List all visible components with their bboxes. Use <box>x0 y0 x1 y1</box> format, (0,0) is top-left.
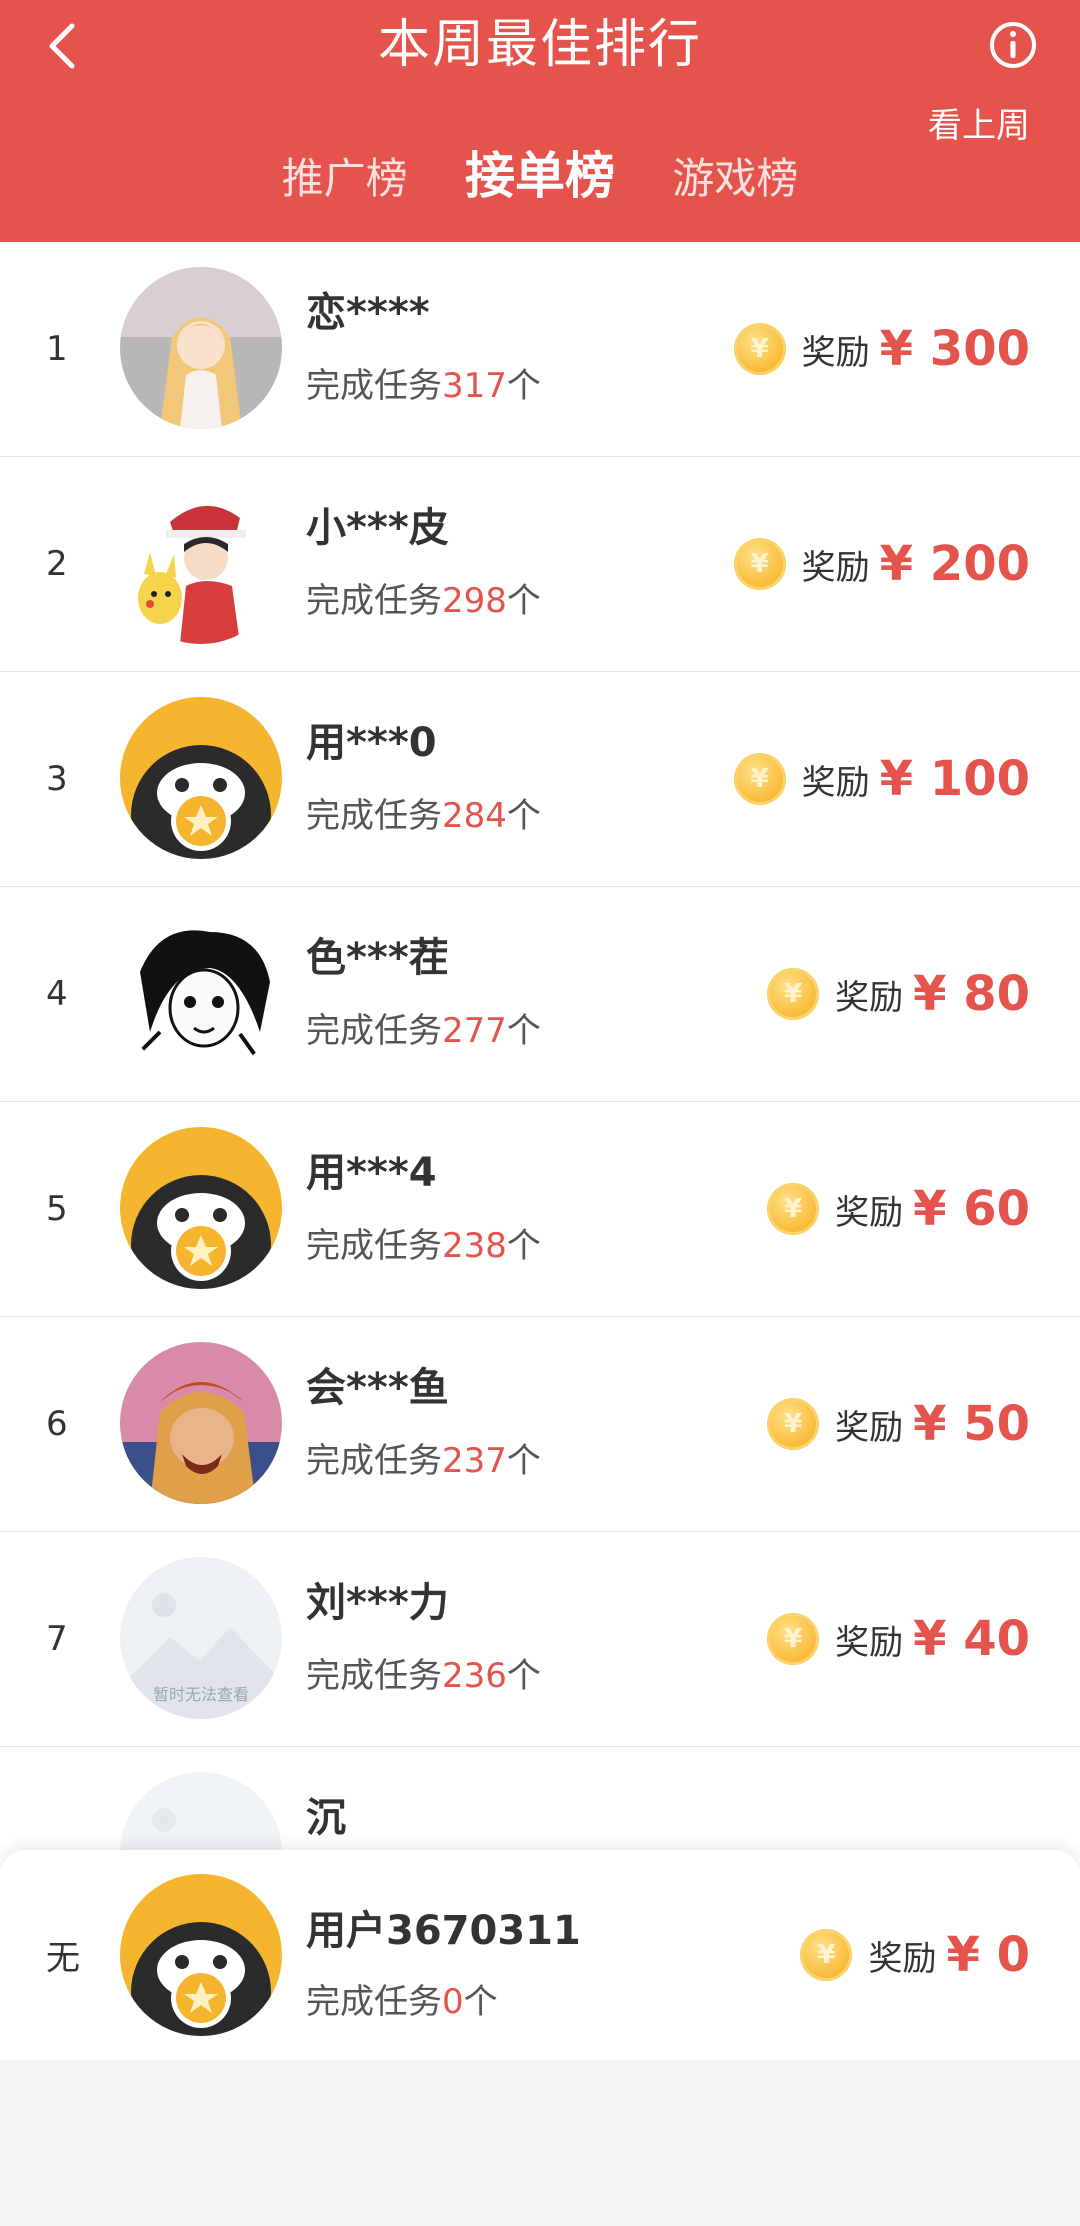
rank-number: 4 <box>46 974 68 1014</box>
tab-bar: 推广榜 接单榜 游戏榜 <box>0 148 1080 207</box>
ranking-list: 1 恋**** 完成任务317个 ¥ 奖励 ¥ 300 2 小***皮 完成任务… <box>0 242 1080 1897</box>
reward-amount: ¥ 300 <box>879 321 1030 377</box>
coin-icon: ¥ <box>733 753 786 805</box>
reward-amount: ¥ 60 <box>913 1181 1030 1237</box>
user-name: 小***皮 <box>306 505 449 551</box>
reward-amount: ¥ 50 <box>913 1396 1030 1452</box>
page-background <box>0 2060 1080 2226</box>
trainer-avatar[interactable] <box>120 482 282 644</box>
my-task-count: 完成任务0个 <box>306 1982 498 2022</box>
user-name: 恋**** <box>306 290 430 336</box>
user-name: 会***鱼 <box>306 1365 449 1411</box>
task-count: 完成任务284个 <box>306 796 541 836</box>
coin-icon: ¥ <box>767 1613 820 1665</box>
rank-number: 7 <box>46 1619 68 1659</box>
info-icon[interactable] <box>988 20 1038 70</box>
coin-icon: ¥ <box>767 1183 820 1235</box>
coin-icon: ¥ <box>767 968 820 1020</box>
ranking-row[interactable]: 4 色***茬 完成任务277个 ¥ 奖励 ¥ 80 <box>0 887 1080 1102</box>
rank-number: 2 <box>46 544 68 584</box>
page-title: 本周最佳排行 <box>377 15 702 75</box>
reward-amount: ¥ 200 <box>879 536 1030 592</box>
coin-icon: ¥ <box>733 538 786 590</box>
task-count: 完成任务298个 <box>306 581 541 621</box>
ranking-row[interactable]: 3 用***0 完成任务284个 ¥ 奖励 ¥ 100 <box>0 672 1080 887</box>
user-name: 刘***力 <box>306 1580 449 1626</box>
ranking-row[interactable]: 1 恋**** 完成任务317个 ¥ 奖励 ¥ 300 <box>0 242 1080 457</box>
reward: ¥ 奖励 ¥ 50 <box>767 1396 1030 1452</box>
coin-icon: ¥ <box>733 323 786 375</box>
task-count: 完成任务238个 <box>306 1226 541 1266</box>
reward: ¥ 奖励 ¥ 80 <box>767 966 1030 1022</box>
rank-number: 1 <box>46 329 68 369</box>
anime-girl-avatar[interactable] <box>120 267 282 429</box>
my-rank-card: 无 用户3670311 完成任务0个 ¥ 奖励 ¥ 0 <box>0 1850 1080 2060</box>
placeholder-avatar[interactable]: 暂时无法查看 <box>120 1557 282 1719</box>
penguin-avatar[interactable] <box>120 1874 282 2036</box>
task-count: 完成任务237个 <box>306 1441 541 1481</box>
coin-icon: ¥ <box>800 1929 853 1981</box>
tab-orders[interactable]: 接单榜 <box>465 148 615 204</box>
reward: ¥ 奖励 ¥ 300 <box>733 321 1030 377</box>
tab-games[interactable]: 游戏榜 <box>672 151 798 207</box>
last-week-link[interactable]: 看上周 <box>928 106 1030 146</box>
task-count: 完成任务236个 <box>306 1656 541 1696</box>
user-name: 用***0 <box>306 720 437 766</box>
avatar-unavailable-text: 暂时无法查看 <box>152 1685 249 1704</box>
manga-avatar[interactable] <box>120 912 282 1074</box>
penguin-avatar[interactable] <box>120 1127 282 1289</box>
task-count: 完成任务317个 <box>306 366 541 406</box>
user-name: 色***茬 <box>306 935 449 981</box>
reward: ¥ 奖励 ¥ 100 <box>733 751 1030 807</box>
my-rank: 无 <box>46 1938 80 1979</box>
reward-amount: ¥ 40 <box>913 1611 1030 1667</box>
ranking-row[interactable]: 5 用***4 完成任务238个 ¥ 奖励 ¥ 60 <box>0 1102 1080 1317</box>
rank-number: 5 <box>46 1189 68 1229</box>
reward-amount: ¥ 100 <box>879 751 1030 807</box>
reward: ¥ 奖励 ¥ 60 <box>767 1181 1030 1237</box>
reward: ¥ 奖励 ¥ 200 <box>733 536 1030 592</box>
user-name: 用***4 <box>306 1150 437 1196</box>
ranking-row[interactable]: 6 会***鱼 完成任务237个 ¥ 奖励 ¥ 50 <box>0 1317 1080 1532</box>
game-hero-avatar[interactable] <box>120 1342 282 1504</box>
my-reward: ¥ 奖励 ¥ 0 <box>800 1927 1030 1983</box>
penguin-avatar[interactable] <box>120 697 282 859</box>
rank-number: 6 <box>46 1404 68 1444</box>
tab-promotion[interactable]: 推广榜 <box>282 151 408 207</box>
reward-amount: ¥ 0 <box>946 1927 1030 1983</box>
ranking-row[interactable]: 7 暂时无法查看 刘***力 完成任务236个 ¥ 奖励 ¥ 40 <box>0 1532 1080 1747</box>
task-count: 完成任务277个 <box>306 1011 541 1051</box>
header: 本周最佳排行 看上周 推广榜 接单榜 游戏榜 <box>0 0 1080 242</box>
reward: ¥ 奖励 ¥ 40 <box>767 1611 1030 1667</box>
ranking-row[interactable]: 2 小***皮 完成任务298个 ¥ 奖励 ¥ 200 <box>0 457 1080 672</box>
user-name: 沉 <box>306 1795 346 1841</box>
my-user-name: 用户3670311 <box>306 1908 581 1954</box>
reward-amount: ¥ 80 <box>913 966 1030 1022</box>
rank-number: 3 <box>46 759 68 799</box>
coin-icon: ¥ <box>767 1398 820 1450</box>
